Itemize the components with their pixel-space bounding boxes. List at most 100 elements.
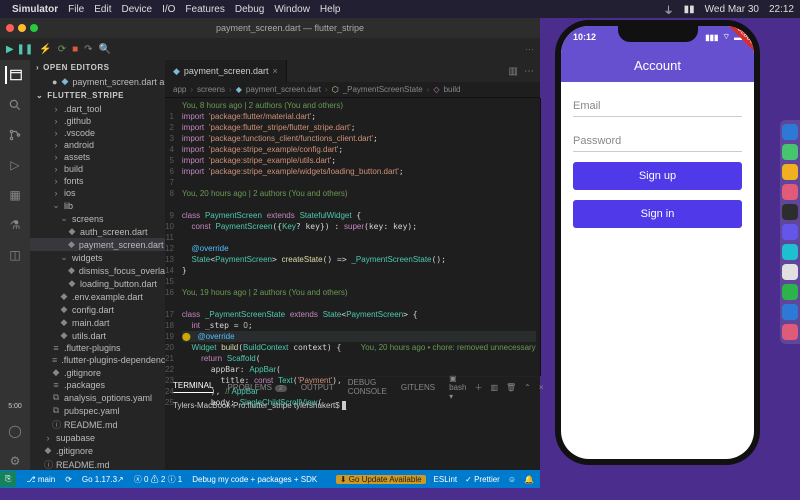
minimize-icon[interactable] — [18, 24, 26, 32]
kill-terminal-icon[interactable]: 🗑 — [506, 383, 516, 392]
tree-item-readme-md[interactable]: ⓘREADME.md — [30, 457, 165, 470]
dock-app[interactable] — [782, 144, 798, 160]
status-feedback-icon[interactable]: ☺ — [508, 475, 516, 484]
tree-item-readme-md[interactable]: ⓘREADME.md — [30, 417, 165, 432]
restart-icon[interactable]: ⟳ — [58, 44, 66, 55]
tree-item--packages[interactable]: ≡.packages — [30, 379, 165, 391]
tree-item--vscode[interactable]: ›.vscode — [30, 127, 165, 139]
dock-app[interactable] — [782, 184, 798, 200]
explorer-icon[interactable] — [5, 66, 23, 84]
tree-item-utils-dart[interactable]: ◆utils.dart — [30, 329, 165, 342]
tree-item-ios[interactable]: ›ios — [30, 187, 165, 199]
tree-item-supabase[interactable]: ›supabase — [30, 432, 165, 444]
menu-window[interactable]: Window — [274, 4, 310, 15]
test-icon[interactable]: ⚗ — [6, 216, 24, 234]
minimap[interactable] — [540, 98, 541, 376]
status-errors[interactable]: ⓧ 0 ⚠ 2 ⓘ 1 — [134, 474, 183, 485]
status-debug-config[interactable]: Debug my code + packages + SDK — [192, 475, 317, 484]
password-field[interactable]: Password — [573, 125, 742, 152]
dock-app[interactable] — [782, 204, 798, 220]
code-editor[interactable]: You, 8 hours ago | 2 authors (You and ot… — [178, 98, 540, 376]
tree-item-fonts[interactable]: ›fonts — [30, 175, 165, 187]
menu-features[interactable]: Features — [185, 4, 224, 15]
close-tab-icon[interactable]: × — [272, 66, 277, 76]
menu-edit[interactable]: Edit — [94, 4, 111, 15]
open-editor-item[interactable]: ● ◆ payment_screen.dart ap... — [30, 75, 165, 88]
tree-item-screens[interactable]: ⌄screens — [30, 212, 165, 225]
dock-app[interactable] — [782, 224, 798, 240]
docker-icon[interactable]: ◫ — [6, 246, 24, 264]
new-terminal-icon[interactable]: ＋ — [474, 382, 482, 393]
tree-item--github[interactable]: ›.github — [30, 115, 165, 127]
dock-app[interactable] — [782, 304, 798, 320]
close-panel-icon[interactable]: × — [539, 383, 544, 392]
git-icon[interactable] — [6, 126, 24, 144]
menu-io[interactable]: I/O — [162, 4, 175, 15]
menu-debug[interactable]: Debug — [235, 4, 264, 15]
menu-app[interactable]: Simulator — [12, 4, 58, 15]
tree-item-pubspec-yaml[interactable]: ⧉pubspec.yaml — [30, 404, 165, 417]
signin-button[interactable]: Sign in — [573, 200, 742, 228]
tree-item--env-example-dart[interactable]: ◆.env.example.dart — [30, 290, 165, 303]
wifi-icon[interactable]: ⏚ — [664, 2, 674, 17]
status-go[interactable]: Go 1.17.3↗ — [82, 475, 124, 484]
tree-item-android[interactable]: ›android — [30, 139, 165, 151]
status-prettier[interactable]: ✓ Prettier — [465, 475, 500, 484]
tree-item-lib[interactable]: ⌄lib — [30, 199, 165, 212]
tree-item-loading-button-dart[interactable]: ◆loading_button.dart — [30, 277, 165, 290]
tab-payment-screen[interactable]: ◆ payment_screen.dart × — [165, 60, 287, 82]
remote-icon[interactable]: ⎘ — [0, 471, 16, 487]
zoom-icon[interactable] — [30, 24, 38, 32]
menu-help[interactable]: Help — [320, 4, 341, 15]
dock-app[interactable] — [782, 124, 798, 140]
settings-icon[interactable]: ⚙ — [6, 452, 24, 470]
dock-app[interactable] — [782, 284, 798, 300]
tree-item--flutter-plugins-dependencies[interactable]: ≡.flutter-plugins-dependencies — [30, 354, 165, 366]
dock-app[interactable] — [782, 244, 798, 260]
battery-icon[interactable]: ▮▮ — [684, 4, 695, 15]
tree-item--gitignore[interactable]: ◆.gitignore — [30, 366, 165, 379]
tree-item--gitignore[interactable]: ◆.gitignore — [30, 444, 165, 457]
tree-item-auth-screen-dart[interactable]: ◆auth_screen.dart — [30, 225, 165, 238]
search-icon[interactable] — [6, 96, 24, 114]
debug-icon[interactable]: ▷ — [6, 156, 24, 174]
account-icon[interactable]: ◯ — [6, 422, 24, 440]
tree-item-main-dart[interactable]: ◆main.dart — [30, 316, 165, 329]
tree-item--dart-tool[interactable]: ›.dart_tool — [30, 103, 165, 115]
status-branch[interactable]: ⎇ main — [26, 475, 55, 484]
tree-item-widgets[interactable]: ⌄widgets — [30, 251, 165, 264]
tab-debug-console[interactable]: DEBUG CONSOLE — [348, 378, 387, 396]
status-sync[interactable]: ⟳ — [65, 475, 72, 484]
split-editor-icon[interactable]: ▥ — [509, 66, 518, 77]
tree-item-config-dart[interactable]: ◆config.dart — [30, 303, 165, 316]
status-eslint[interactable]: ESLint — [434, 475, 458, 484]
extensions-icon[interactable]: ▦ — [6, 186, 24, 204]
tree-item-analysis-options-yaml[interactable]: ⧉analysis_options.yaml — [30, 391, 165, 404]
devtools-icon[interactable]: 🔍 — [99, 44, 111, 55]
close-icon[interactable] — [6, 24, 14, 32]
status-go-update[interactable]: ⬇ Go Update Available — [336, 475, 426, 484]
maximize-panel-icon[interactable]: ⌃ — [524, 383, 531, 392]
email-field[interactable]: Email — [573, 90, 742, 117]
stop-icon[interactable]: ■ — [72, 44, 78, 55]
menu-file[interactable]: File — [68, 4, 84, 15]
dock-app[interactable] — [782, 324, 798, 340]
explorer-root[interactable]: ⌄ FLUTTER_STRIPE — [30, 88, 165, 103]
split-terminal-icon[interactable]: ▥ — [490, 383, 498, 392]
tree-item-assets[interactable]: ›assets — [30, 151, 165, 163]
dock-app[interactable] — [782, 164, 798, 180]
signup-button[interactable]: Sign up — [573, 162, 742, 190]
more-icon[interactable]: ⋯ — [524, 66, 534, 77]
tree-item-dismiss-focus-overlay-dart[interactable]: ◆dismiss_focus_overlay.dart — [30, 264, 165, 277]
run-pause-icon[interactable]: ▶ ❚❚ — [6, 44, 33, 55]
breadcrumb[interactable]: app› screens› ◆payment_screen.dart› ⬡_Pa… — [165, 82, 540, 98]
dock-app[interactable] — [782, 264, 798, 280]
hot-reload-icon[interactable]: ⚡ — [39, 44, 51, 55]
open-editors-section[interactable]: › OPEN EDITORS — [30, 60, 165, 75]
step-over-icon[interactable]: ↷ — [84, 44, 92, 55]
tree-item-payment-screen-dart[interactable]: ◆payment_screen.dart — [30, 238, 165, 251]
status-bell-icon[interactable]: 🔔 — [524, 475, 534, 484]
menu-device[interactable]: Device — [121, 4, 152, 15]
tree-item--flutter-plugins[interactable]: ≡.flutter-plugins — [30, 342, 165, 354]
tree-item-build[interactable]: ›build — [30, 163, 165, 175]
